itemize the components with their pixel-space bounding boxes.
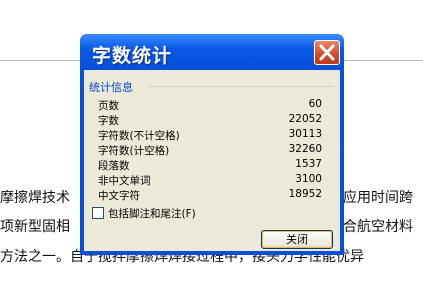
close-icon[interactable] (314, 40, 340, 65)
stat-value-words: 22052 (288, 113, 322, 125)
stat-label-non-chinese-words: 非中文单词 (98, 175, 151, 187)
dialog-titlebar[interactable]: 字数统计 (80, 34, 344, 70)
stat-value-chars-with-spaces: 32260 (288, 143, 322, 155)
doc-line-2-right: 合航空材料 (343, 219, 413, 235)
include-footnotes-checkbox[interactable] (92, 207, 104, 219)
doc-line-1-right: 应用时间跨 (343, 190, 413, 206)
stat-label-pages: 页数 (98, 100, 119, 112)
dialog-title: 字数统计 (92, 45, 173, 67)
stat-value-paragraphs: 1537 (295, 158, 322, 170)
stat-label-chars-with-spaces: 字符数(计空格) (98, 145, 170, 157)
stat-label-chinese-chars: 中文字符 (98, 190, 140, 202)
doc-line-1-left: 摩擦焊技术 (0, 190, 70, 206)
stat-label-words: 字数 (98, 115, 119, 127)
group-divider (148, 86, 334, 87)
doc-line-2-left: 项新型固相 (0, 219, 70, 235)
group-label-statistics: 统计信息 (89, 81, 133, 94)
stat-label-paragraphs: 段落数 (98, 160, 130, 172)
stat-label-chars-no-spaces: 字符数(不计空格) (98, 130, 180, 142)
close-button[interactable]: 关闭 (261, 230, 333, 249)
include-footnotes-label[interactable]: 包括脚注和尾注(F) (108, 206, 196, 221)
word-count-dialog: 字数统计 统计信息 页数 60 字数 22052 字符数(不计空格) 30113… (80, 34, 344, 255)
stat-value-chars-no-spaces: 30113 (288, 128, 322, 140)
stat-value-chinese-chars: 18952 (288, 188, 322, 200)
stat-value-non-chinese-words: 3100 (295, 173, 322, 185)
stat-value-pages: 60 (308, 98, 322, 110)
